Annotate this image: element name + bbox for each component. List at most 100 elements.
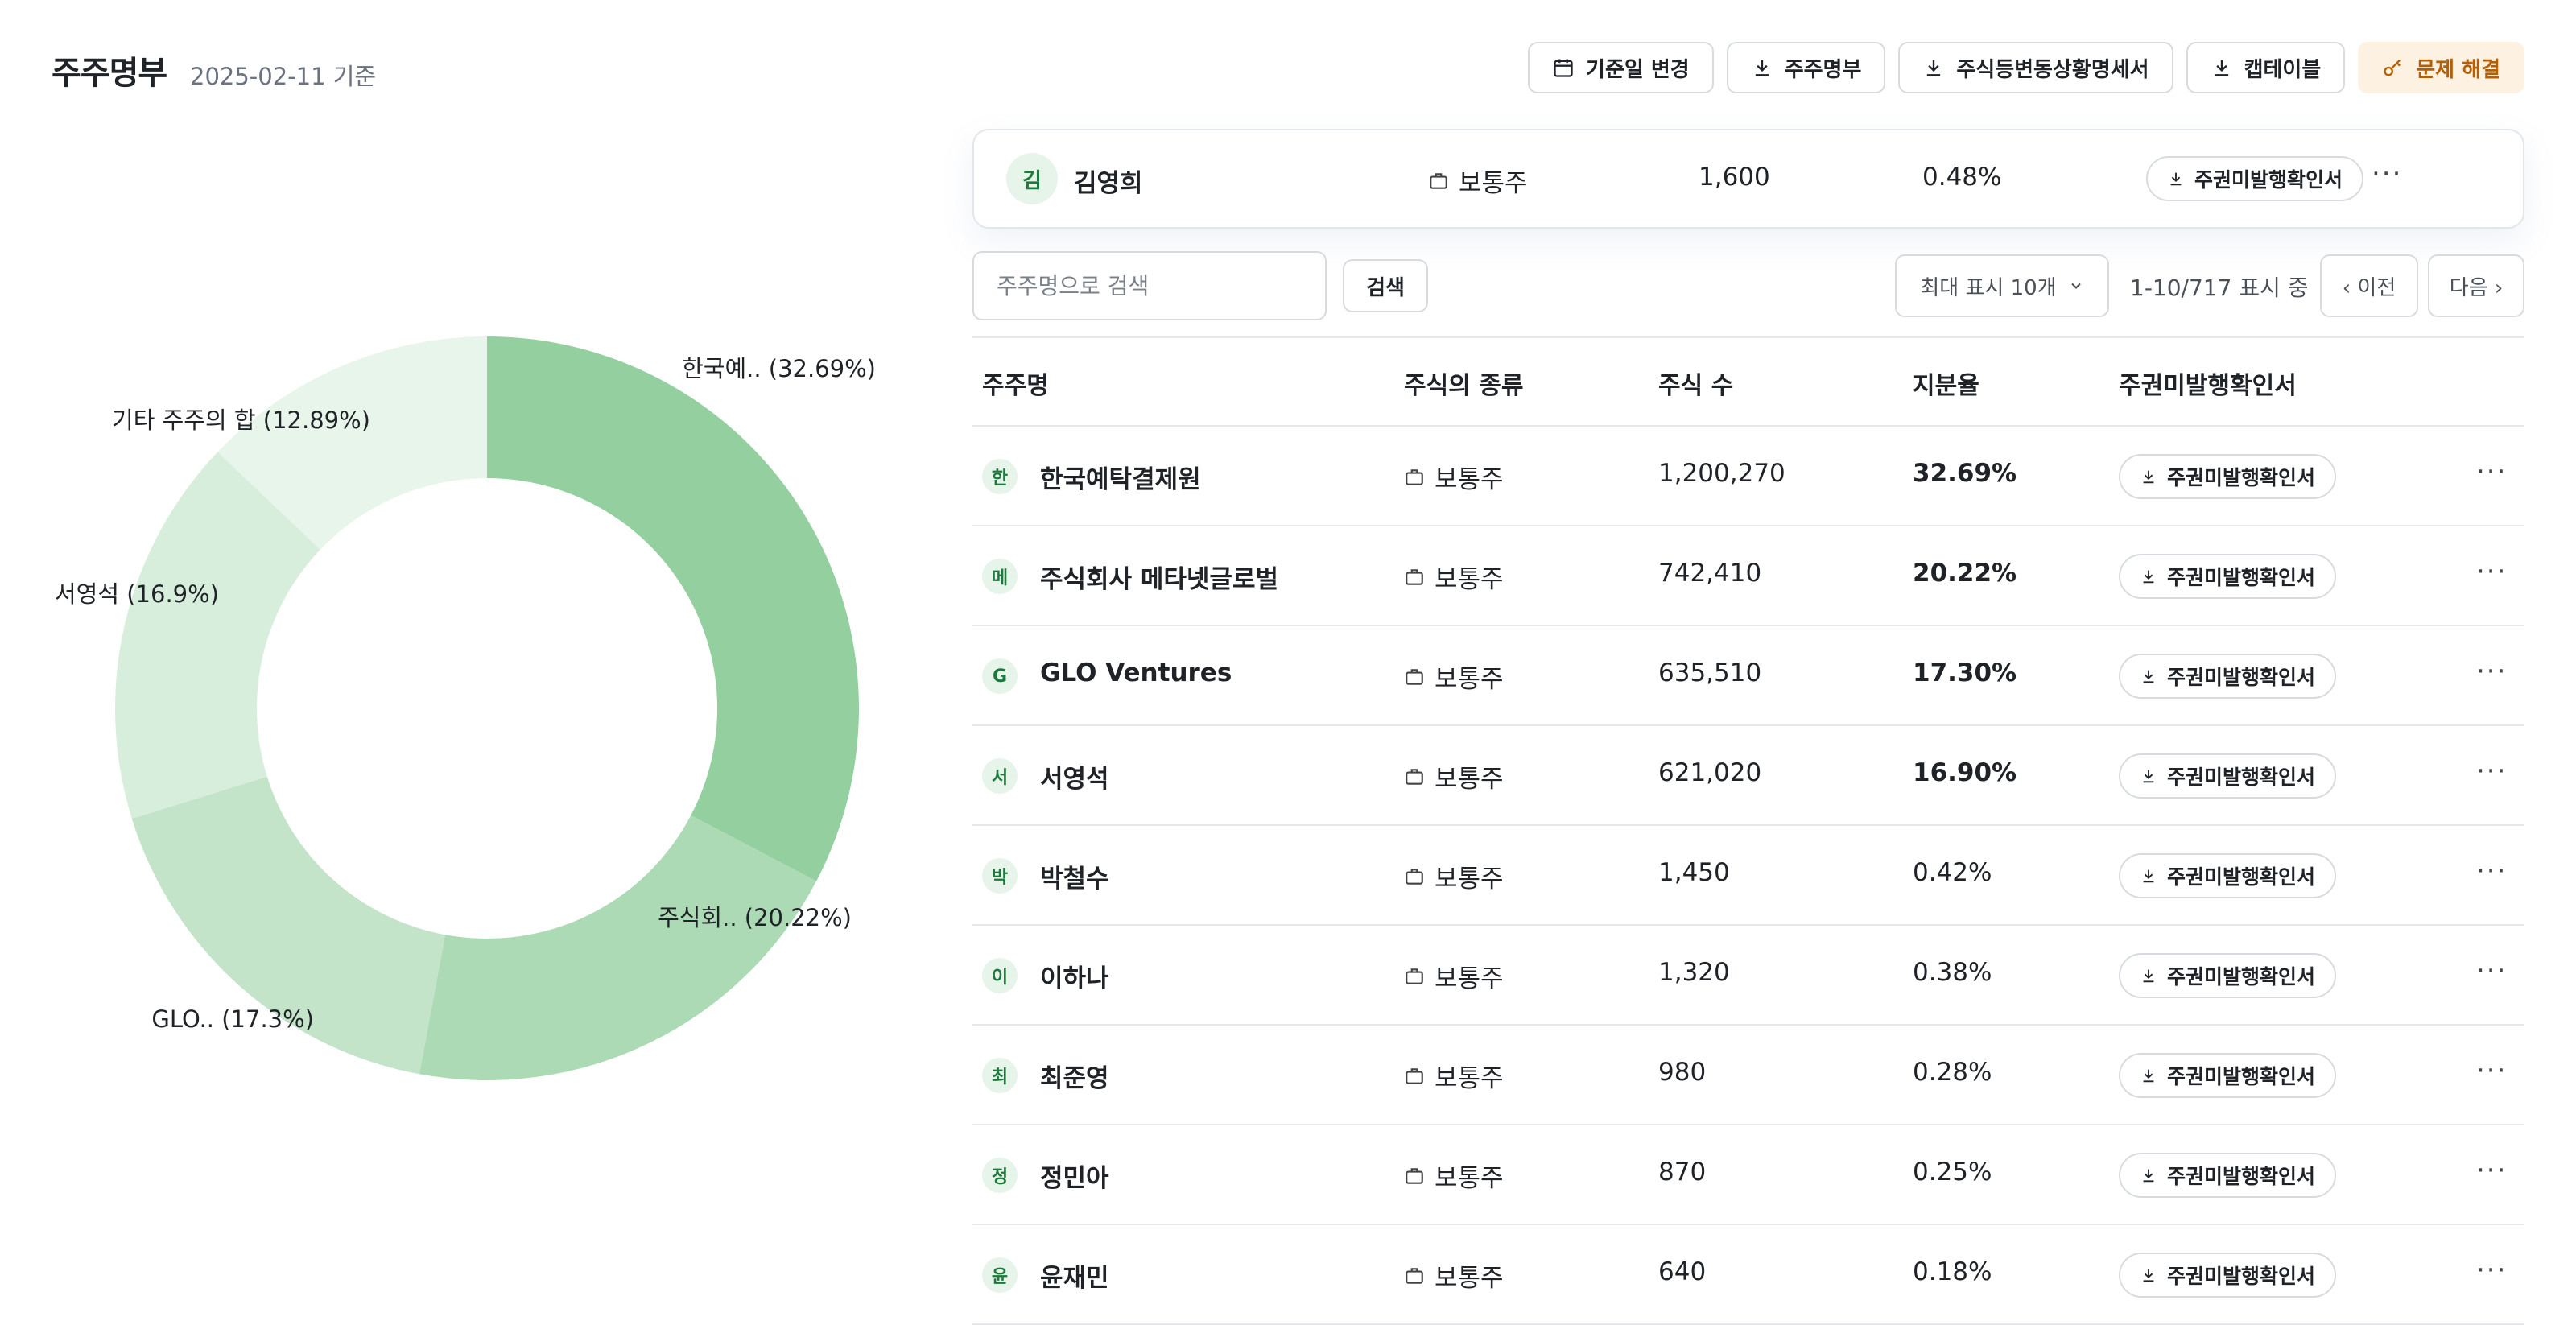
ownership-ratio: 0.38% <box>1913 958 1992 987</box>
page-title: 주주명부 <box>52 55 167 92</box>
more-options-icon[interactable]: ··· <box>2476 855 2507 887</box>
table-row[interactable]: 서 서영석 보통주 621,020 16.90% 주권미발행확인서 ··· <box>972 726 2524 826</box>
shareholder-name: 주식회사 메타넷글로벌 <box>1040 565 1278 594</box>
chevron-down-icon <box>2070 283 2081 289</box>
stock-type-label: 보통주 <box>1435 665 1504 694</box>
ownership-ratio: 32.69% <box>1913 459 2017 488</box>
more-options-icon[interactable]: ··· <box>2476 1254 2507 1286</box>
donut-slice[interactable] <box>487 336 859 881</box>
ownership-ratio: 0.18% <box>1913 1257 1992 1286</box>
certificate-download-button[interactable]: 주권미발행확인서 <box>2119 953 2337 998</box>
certificate-download-button[interactable]: 주권미발행확인서 <box>2119 1253 2337 1298</box>
shareholder-search-input[interactable] <box>972 251 1327 320</box>
selected-shareholder-card[interactable]: 김 김영희 보통주 1,600 0.48% 주권미발행확인서 ··· <box>972 129 2524 229</box>
stock-type-label: 보통주 <box>1435 765 1504 794</box>
column-header-ratio: 지분율 <box>1913 372 1979 400</box>
certificate-download-button[interactable]: 주권미발행확인서 <box>2119 454 2337 499</box>
download-icon <box>2143 670 2154 683</box>
search-pagination-bar: 검색 최대 표시 10개 1-10/717 표시 중 ‹ 이전 다음 › <box>972 251 2524 320</box>
search-button[interactable]: 검색 <box>1343 259 1428 312</box>
page-size-select[interactable]: 최대 표시 10개 <box>1895 254 2109 317</box>
download-icon <box>2143 470 2154 484</box>
ownership-ratio: 17.30% <box>1913 658 2017 687</box>
slice-label: 한국예.. (32.69%) <box>682 355 876 382</box>
download-register-label: 주주명부 <box>1784 57 1862 82</box>
share-count: 621,020 <box>1658 758 1762 787</box>
stock-type: 보통주 <box>1404 658 1504 695</box>
download-icon <box>2143 570 2154 584</box>
certificate-download-button[interactable]: 주권미발행확인서 <box>2119 853 2337 898</box>
stock-type: 보통주 <box>1404 1058 1504 1094</box>
table-row[interactable]: 박 박철수 보통주 1,450 0.42% 주권미발행확인서 ··· <box>972 826 2524 926</box>
stock-type-label: 보통주 <box>1459 169 1528 198</box>
shareholder-name: 최준영 <box>1040 1064 1109 1093</box>
slice-label: 주식회.. (20.22%) <box>658 904 852 931</box>
certificate-label: 주권미발행확인서 <box>2167 1065 2316 1088</box>
download-icon <box>2215 60 2228 76</box>
more-options-icon[interactable]: ··· <box>2476 1154 2507 1187</box>
key-icon <box>2384 59 2401 76</box>
download-icon <box>2143 770 2154 783</box>
avatar: 최 <box>982 1058 1018 1093</box>
certificate-download-button[interactable]: 주권미발행확인서 <box>2119 654 2337 699</box>
table-row[interactable]: 이 이하나 보통주 1,320 0.38% 주권미발행확인서 ··· <box>972 926 2524 1026</box>
download-cap-table-label: 캡테이블 <box>2244 57 2322 82</box>
certificate-label: 주권미발행확인서 <box>2167 666 2316 689</box>
certificate-download-button[interactable]: 주권미발행확인서 <box>2119 554 2337 599</box>
certificate-download-button[interactable]: 주권미발행확인서 <box>2146 156 2364 201</box>
stock-type-label: 보통주 <box>1435 465 1504 494</box>
briefcase-icon <box>1406 668 1423 685</box>
avatar: 서 <box>982 758 1018 794</box>
table-row[interactable]: 윤 윤재민 보통주 640 0.18% 주권미발행확인서 ··· <box>972 1225 2524 1325</box>
more-options-icon[interactable]: ··· <box>2476 955 2507 987</box>
donut-slice[interactable] <box>419 815 817 1080</box>
certificate-download-button[interactable]: 주권미발행확인서 <box>2119 753 2337 799</box>
table-row[interactable]: 정 정민아 보통주 870 0.25% 주권미발행확인서 ··· <box>972 1125 2524 1225</box>
table-row[interactable]: 한 한국예탁결제원 보통주 1,200,270 32.69% 주권미발행확인서 … <box>972 427 2524 526</box>
share-count: 635,510 <box>1658 658 1762 687</box>
stock-type-label: 보통주 <box>1435 1264 1504 1293</box>
share-count: 1,320 <box>1658 958 1730 987</box>
download-register-button[interactable]: 주주명부 <box>1726 42 1886 93</box>
avatar: 이 <box>982 958 1018 993</box>
certificate-download-button[interactable]: 주권미발행확인서 <box>2119 1053 2337 1098</box>
next-page-button[interactable]: 다음 › <box>2428 254 2524 317</box>
more-options-icon[interactable]: ··· <box>2476 555 2507 588</box>
download-icon <box>2143 869 2154 883</box>
download-icon <box>2170 172 2182 186</box>
briefcase-icon <box>1406 568 1423 585</box>
troubleshoot-button[interactable]: 문제 해결 <box>2358 42 2524 93</box>
shareholder-table: 주주명 주식의 종류 주식 수 지분율 주권미발행확인서 한 한국예탁결제원 보… <box>972 336 2524 1325</box>
more-options-icon[interactable]: ··· <box>2476 655 2507 687</box>
prev-page-button[interactable]: ‹ 이전 <box>2320 254 2418 317</box>
stock-type: 보통주 <box>1404 858 1504 894</box>
stock-type: 보통주 <box>1404 459 1504 495</box>
table-row[interactable]: G GLO Ventures 보통주 635,510 17.30% 주권미발행확… <box>972 626 2524 726</box>
stock-type: 보통주 <box>1404 758 1504 795</box>
table-row[interactable]: 메 주식회사 메타넷글로벌 보통주 742,410 20.22% 주권미발행확인… <box>972 526 2524 626</box>
briefcase-icon <box>1406 868 1423 885</box>
more-options-icon[interactable]: ··· <box>2476 456 2507 488</box>
share-count: 1,450 <box>1658 858 1730 887</box>
share-count: 870 <box>1658 1158 1707 1187</box>
stock-type: 보통주 <box>1404 559 1504 595</box>
avatar: 한 <box>982 459 1018 494</box>
download-stock-change-statement-button[interactable]: 주식등변동상황명세서 <box>1898 42 2174 93</box>
calendar-icon <box>1554 59 1573 77</box>
pagination-range: 1-10/717 표시 중 <box>2130 274 2309 301</box>
more-options-icon[interactable]: ··· <box>2372 158 2402 190</box>
shareholder-name: 정민아 <box>1040 1164 1109 1193</box>
download-icon <box>1755 60 1769 76</box>
certificate-label: 주권미발행확인서 <box>2194 168 2343 192</box>
more-options-icon[interactable]: ··· <box>2476 755 2507 787</box>
download-cap-table-button[interactable]: 캡테이블 <box>2186 42 2346 93</box>
download-stock-change-statement-label: 주식등변동상황명세서 <box>1956 57 2149 82</box>
table-row[interactable]: 최 최준영 보통주 980 0.28% 주권미발행확인서 ··· <box>972 1026 2524 1125</box>
change-base-date-button[interactable]: 기준일 변경 <box>1528 42 1714 93</box>
certificate-label: 주권미발행확인서 <box>2167 865 2316 889</box>
donut-svg: 한국예.. (32.69%) 주식회.. (20.22%) GLO.. (17.3%… <box>55 336 876 1080</box>
share-count: 1,200,270 <box>1658 459 1785 488</box>
certificate-download-button[interactable]: 주권미발행확인서 <box>2119 1153 2337 1198</box>
avatar: 메 <box>982 559 1018 594</box>
more-options-icon[interactable]: ··· <box>2476 1055 2507 1087</box>
